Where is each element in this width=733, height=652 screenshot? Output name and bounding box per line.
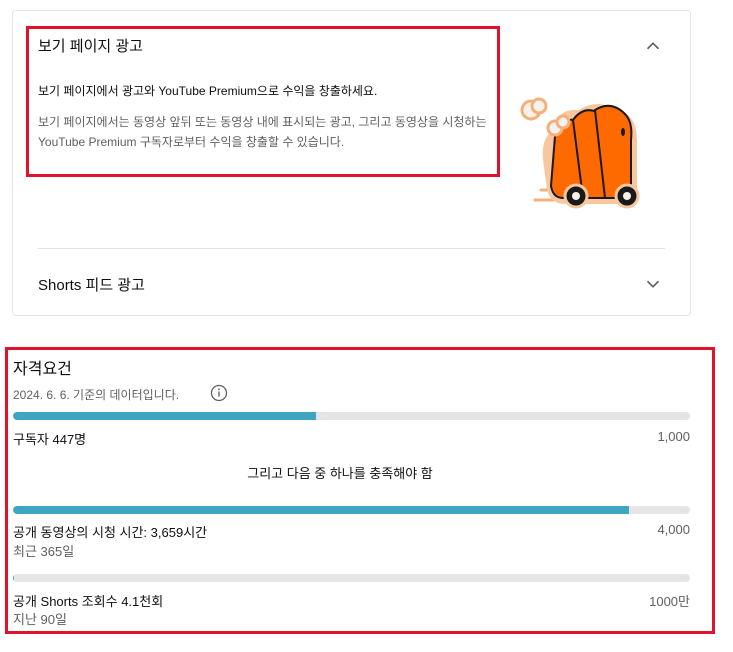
orange-money-truck-illustration <box>513 90 648 215</box>
shorts-views-label: 공개 Shorts 조회수 4.1천회 <box>13 594 164 609</box>
eligibility-title: 자격요건 <box>13 361 72 378</box>
watch-hours-period: 최근 365일 <box>13 544 75 559</box>
chevron-down-icon[interactable] <box>642 273 664 295</box>
watch-page-ads-subtitle: 보기 페이지에서 광고와 YouTube Premium으로 수익을 창출하세요… <box>38 84 378 98</box>
subscribers-progress-bar <box>13 412 690 420</box>
watch-hours-target: 4,000 <box>657 522 690 537</box>
section-divider <box>37 248 665 249</box>
shorts-views-progress-bar <box>13 574 690 582</box>
subscribers-progress-fill <box>13 412 316 420</box>
watch-page-ads-description: 보기 페이지에서는 동영상 앞뒤 또는 동영상 내에 표시되는 광고, 그리고 … <box>38 115 487 149</box>
data-date-text: 2024. 6. 6. 기준의 데이터입니다. <box>13 388 180 402</box>
shorts-views-period: 지난 90일 <box>13 612 67 627</box>
shorts-feed-ads-title[interactable]: Shorts 피드 광고 <box>38 274 145 295</box>
chevron-up-icon[interactable] <box>642 35 664 57</box>
condition-text: 그리고 다음 중 하나를 충족해야 함 <box>247 466 433 481</box>
watch-hours-progress-bar <box>13 506 690 514</box>
watch-hours-label: 공개 동영상의 시청 시간: 3,659시간 <box>13 525 208 540</box>
shorts-views-target: 1000만 <box>649 594 690 609</box>
info-icon[interactable] <box>210 384 228 402</box>
watch-page-ads-title[interactable]: 보기 페이지 광고 <box>38 35 143 56</box>
subscribers-label: 구독자 447명 <box>13 432 87 447</box>
watch-hours-progress-fill <box>13 506 630 514</box>
subscribers-target: 1,000 <box>657 429 690 444</box>
